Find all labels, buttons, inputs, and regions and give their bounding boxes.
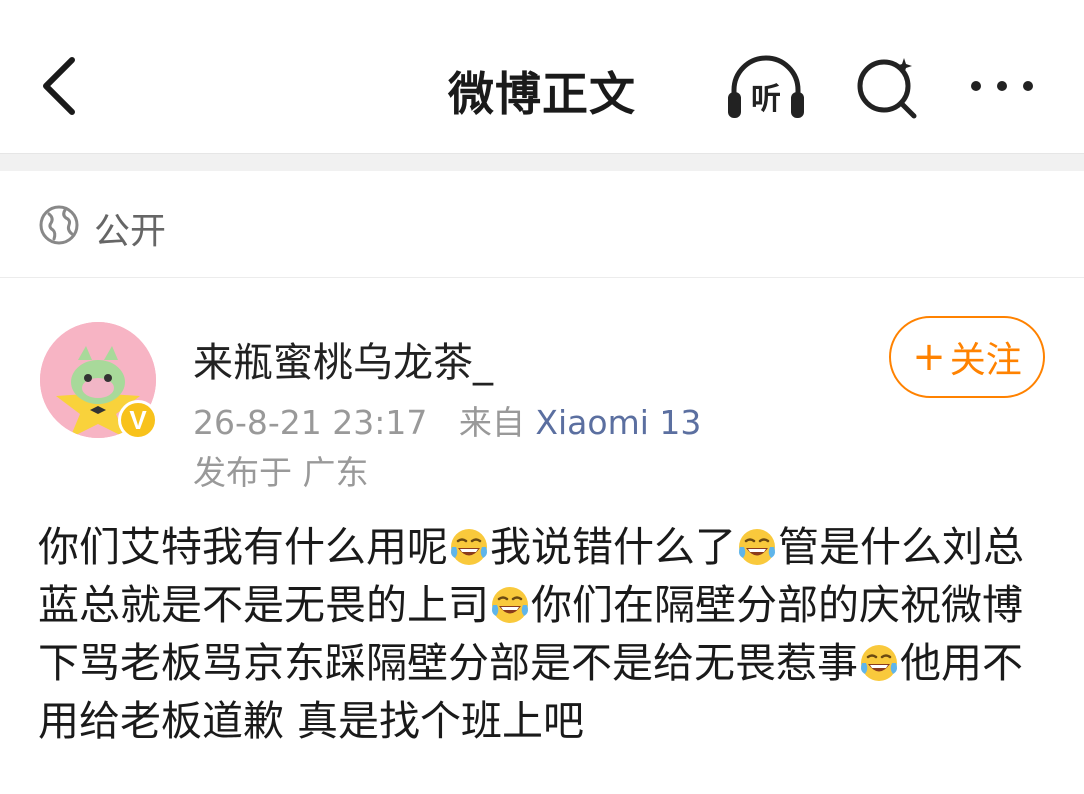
follow-label: 关注 <box>949 340 1022 381</box>
author-name[interactable]: 来瓶蜜桃乌龙茶_ <box>193 330 493 388</box>
globe-icon <box>38 204 80 246</box>
more-icon[interactable] <box>966 66 1038 106</box>
laughing-tears-emoji <box>739 529 775 565</box>
listen-label: 听 <box>751 82 781 117</box>
laughing-tears-emoji <box>451 529 487 565</box>
section-divider <box>0 153 1084 171</box>
post-location: 发布于 广东 <box>193 453 369 492</box>
visibility-row: 公开 <box>0 170 1084 278</box>
post-text: 我说错什么了 <box>490 523 736 571</box>
listen-button[interactable]: 听 <box>724 52 808 120</box>
laughing-tears-emoji <box>492 587 528 623</box>
top-nav-bar: 微博正文 听 <box>0 0 1084 153</box>
follow-button[interactable]: + 关注 <box>889 316 1045 398</box>
post-time: 26-8-21 23:17 <box>193 403 428 442</box>
verified-badge: V <box>118 400 158 440</box>
post-text: 你们艾特我有什么用呢 <box>38 523 448 571</box>
visibility-label: 公开 <box>94 211 167 252</box>
search-icon[interactable] <box>852 52 922 122</box>
laughing-tears-emoji <box>861 645 897 681</box>
plus-icon: + <box>912 334 946 380</box>
from-label: 来自 <box>458 403 525 442</box>
post-meta: 26-8-21 23:17 来自 Xiaomi 13 <box>193 396 701 444</box>
post-body: 你们艾特我有什么用呢 我说错什么了 管是什么刘总蓝总就是不是无畏的上司 你们在隔壁分部… <box>38 518 1048 750</box>
post-source[interactable]: Xiaomi 13 <box>535 403 701 442</box>
